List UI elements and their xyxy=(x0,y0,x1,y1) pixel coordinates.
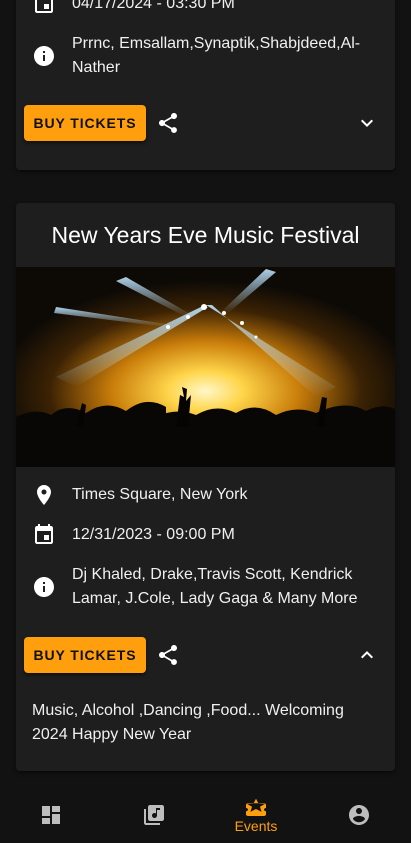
info-icon xyxy=(34,577,54,597)
dashboard-icon xyxy=(42,806,60,824)
expand-less-icon[interactable] xyxy=(355,643,379,667)
share-icon[interactable] xyxy=(156,643,180,667)
expand-more-icon[interactable] xyxy=(355,111,379,135)
concert-crowd-image xyxy=(16,267,395,467)
event-datetime: 12/31/2023 - 09:00 PM xyxy=(72,526,235,543)
event-datetime: 04/17/2024 - 03:30 PM xyxy=(72,0,235,12)
event-card: New Years Eve Music Festival Times Squar… xyxy=(16,203,395,771)
event-title: New Years Eve Music Festival xyxy=(51,222,360,248)
nav-item-account[interactable] xyxy=(308,787,410,843)
nav-item-music-library[interactable] xyxy=(103,787,205,843)
bottom-navigation: Events xyxy=(0,787,411,843)
location-pin-icon xyxy=(37,485,51,505)
share-icon[interactable] xyxy=(156,111,180,135)
calendar-icon xyxy=(35,524,53,544)
info-icon xyxy=(34,46,54,66)
account-circle-icon xyxy=(349,805,369,825)
library-music-icon xyxy=(144,805,164,825)
event-location: Times Square, New York xyxy=(72,486,248,503)
buy-tickets-button[interactable]: BUY TICKETS xyxy=(24,637,146,673)
event-artists: Dj Khaled, Drake,Travis Scott, Kendrick … xyxy=(72,566,358,607)
nav-item-dashboard[interactable] xyxy=(0,787,102,843)
event-image[interactable] xyxy=(16,267,395,467)
buy-tickets-button[interactable]: BUY TICKETS xyxy=(24,105,146,141)
event-description: Music, Alcohol ,Dancing ,Food... Welcomi… xyxy=(32,702,344,743)
nav-item-events[interactable]: Events xyxy=(205,787,307,843)
nav-label-events: Events xyxy=(234,818,278,834)
event-card: 04/17/2024 - 03:30 PM Prrnc, Emsallam,Sy… xyxy=(16,0,395,170)
calendar-icon xyxy=(35,0,53,13)
event-artists: Prrnc, Emsallam,Synaptik,Shabjdeed,Al-Na… xyxy=(72,35,361,76)
